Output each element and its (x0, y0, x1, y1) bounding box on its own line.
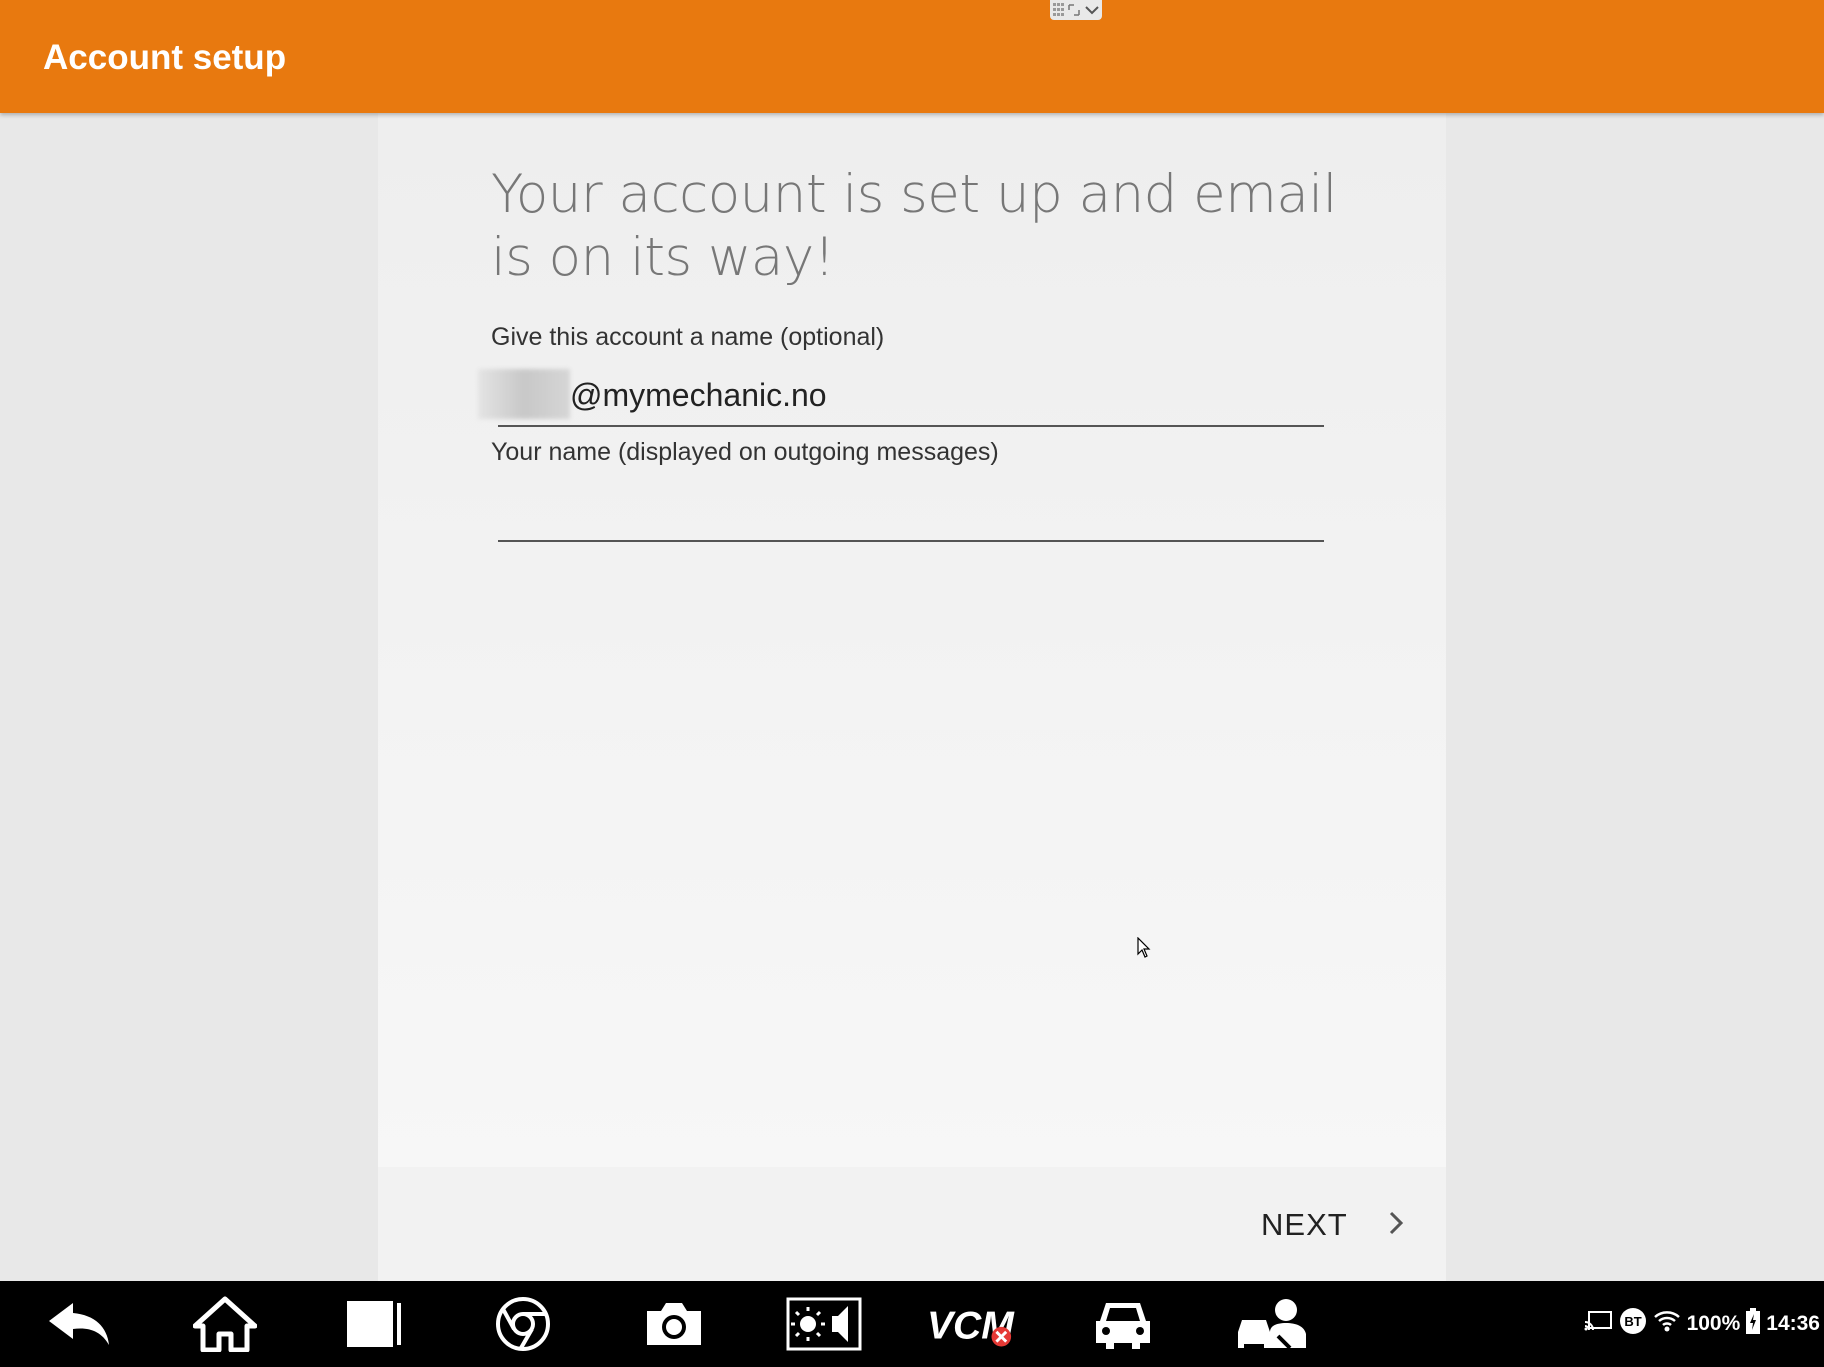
chevron-right-icon (1388, 1210, 1404, 1241)
chrome-icon[interactable] (494, 1295, 552, 1353)
brightness-volume-icon[interactable] (786, 1295, 862, 1353)
account-name-label: Give this account a name (optional) (491, 323, 885, 351)
system-navbar: VCM (0, 1281, 1824, 1367)
bluetooth-icon: BT (1619, 1307, 1647, 1341)
clock: 14:36 (1766, 1312, 1820, 1335)
recent-apps-icon[interactable] (343, 1295, 405, 1353)
mouse-pointer-icon (1137, 936, 1151, 964)
battery-icon (1746, 1308, 1761, 1340)
mechanic-icon[interactable] (1234, 1295, 1310, 1353)
app-bar-title: Account setup (43, 38, 287, 77)
cast-icon (1583, 1310, 1613, 1338)
page-heading: Your account is set up and email is on i… (491, 164, 1337, 288)
camera-icon[interactable] (642, 1295, 706, 1353)
redacted-username (478, 369, 570, 419)
your-name-field[interactable] (498, 484, 1324, 542)
footer-bar: NEXT (378, 1167, 1446, 1281)
app-bar: Account setup (0, 0, 1824, 113)
account-name-value: @mymechanic.no (570, 377, 827, 413)
status-bar: BT 100% 14:36 (1583, 1281, 1824, 1367)
next-label: NEXT (1261, 1207, 1348, 1242)
next-button[interactable]: NEXT (1261, 1203, 1404, 1247)
battery-percent: 100% (1686, 1312, 1741, 1335)
wifi-icon (1653, 1309, 1681, 1339)
car-icon[interactable] (1092, 1295, 1154, 1353)
svg-text:BT: BT (1624, 1314, 1641, 1329)
account-name-field[interactable]: @mymechanic.no (478, 369, 1324, 427)
vcm-icon[interactable]: VCM (925, 1295, 1015, 1353)
back-icon[interactable] (42, 1295, 114, 1353)
home-icon[interactable] (190, 1295, 260, 1353)
your-name-label: Your name (displayed on outgoing message… (491, 438, 999, 466)
screen-handle[interactable] (1050, 0, 1102, 20)
setup-panel: Your account is set up and email is on i… (378, 113, 1446, 1167)
